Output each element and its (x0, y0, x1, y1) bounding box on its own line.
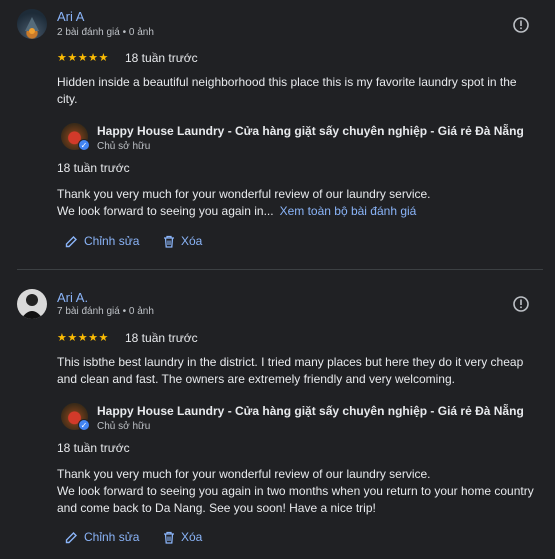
edit-button[interactable]: Chỉnh sửa (65, 530, 139, 544)
reply-time: 18 tuần trước (57, 161, 130, 175)
star-rating: ★★★★★ (57, 52, 109, 64)
review-card: Ari A. 7 bài đánh giá • 0 ảnh ★★★★★ 18 t… (0, 270, 555, 559)
report-icon[interactable] (512, 16, 530, 34)
delete-label: Xóa (181, 234, 203, 248)
delete-button[interactable]: Xóa (163, 234, 202, 248)
review-time: 18 tuần trước (125, 331, 198, 345)
edit-button[interactable]: Chỉnh sửa (65, 234, 139, 248)
reviewer-name[interactable]: Ari A. (57, 290, 88, 305)
reviewer-avatar[interactable] (17, 289, 47, 319)
verified-badge-icon: ✓ (78, 139, 90, 151)
pencil-icon (65, 235, 77, 247)
review-text: This isbthe best laundry in the district… (57, 355, 524, 386)
owner-role: Chủ sở hữu (97, 421, 151, 432)
review-time: 18 tuần trước (125, 51, 198, 65)
reviewer-name[interactable]: Ari A (57, 9, 84, 24)
report-icon[interactable] (512, 295, 530, 313)
reviewer-meta: 2 bài đánh giá • 0 ảnh (57, 27, 154, 38)
reply-time: 18 tuần trước (57, 441, 130, 455)
person-photo-icon (21, 294, 43, 319)
verified-badge-icon: ✓ (78, 419, 90, 431)
see-full-review-link[interactable]: Xem toàn bộ bài đánh giá (280, 204, 417, 218)
owner-name: Happy House Laundry - Cửa hàng giặt sấy … (97, 404, 524, 418)
delete-button[interactable]: Xóa (163, 530, 202, 544)
reviewer-meta: 7 bài đánh giá • 0 ảnh (57, 306, 154, 317)
trash-icon (164, 235, 174, 248)
trash-icon (164, 531, 174, 544)
reply-text: Thank you very much for your wonderful r… (57, 467, 534, 515)
reviewer-avatar[interactable] (17, 9, 47, 39)
owner-name: Happy House Laundry - Cửa hàng giặt sấy … (97, 124, 524, 138)
review-text: Hidden inside a beautiful neighborhood t… (57, 75, 517, 106)
star-rating: ★★★★★ (57, 332, 109, 344)
campfire-icon (25, 17, 39, 34)
reply-text: Thank you very much for your wonderful r… (57, 186, 542, 220)
owner-role: Chủ sở hữu (97, 141, 151, 152)
delete-label: Xóa (181, 530, 203, 544)
edit-label: Chỉnh sửa (84, 234, 140, 248)
review-card: Ari A 2 bài đánh giá • 0 ảnh ★★★★★ 18 tu… (0, 0, 555, 270)
pencil-icon (65, 531, 77, 543)
edit-label: Chỉnh sửa (84, 530, 140, 544)
